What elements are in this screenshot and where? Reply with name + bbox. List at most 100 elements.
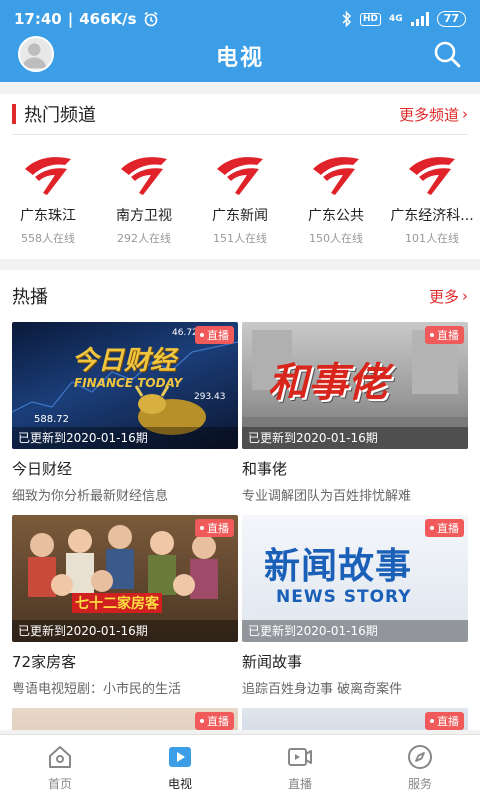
channel-item[interactable]: 广东经济科... 101人在线 [384,153,480,246]
channel-item[interactable]: 南方卫视 292人在线 [96,153,192,246]
status-bar: 17:40 | 466K/s HD 4G 77 [0,0,480,38]
program-name: 72家房客 [12,653,77,671]
live-video-icon [288,748,312,766]
avatar[interactable] [18,36,54,72]
live-badge: 直播 [195,326,234,344]
bluetooth-icon [342,11,352,27]
live-dot-icon [430,333,434,337]
channel-name: 南方卫视 [116,208,172,224]
program-name: 和事佬 [242,460,288,478]
program-card[interactable]: 七十二家房客 直播 已更新到2020-01-16期 72家房客 粤语电视短剧：小… [12,515,238,697]
program-thumbnail: 七十二家房客 直播 已更新到2020-01-16期 [12,515,238,642]
live-dot-icon [430,526,434,530]
thumb-number: 293.43 [194,392,226,402]
more-label: 更多 [428,287,459,306]
live-badge: 直播 [425,712,464,730]
thumb-title: 新闻故事 [264,546,413,587]
program-name: 新闻故事 [242,653,303,671]
live-badge: 直播 [425,326,464,344]
thumb-subtitle: NEWS STORY [276,587,412,607]
nav-item-service[interactable]: 服务 [360,735,480,800]
thumb-number: 46.72 [172,328,198,338]
channel-viewers: 150人在线 [309,232,363,245]
program-desc: 细致为你分析最新财经信息 [12,489,169,504]
nav-item-tv[interactable]: 电视 [120,735,240,800]
more-channels-link[interactable]: 更多频道 › [399,104,468,125]
home-icon [49,746,71,768]
program-card[interactable]: 直播 [12,708,238,730]
channel-name: 广东公共 [308,208,364,224]
program-card[interactable]: 和事佬 直播 已更新到2020-01-16期 和事佬 专业调解团队为百姓排忧解难 [242,322,468,504]
update-status: 已更新到2020-01-16期 [242,620,468,642]
program-thumbnail: 直播 [12,708,238,730]
section-bar [12,104,16,124]
more-channels-label: 更多频道 [398,105,459,124]
status-speed: 466K/s [79,10,137,28]
channel-viewers: 558人在线 [21,232,75,245]
nav-item-live[interactable]: 直播 [240,735,360,800]
program-card[interactable]: 新闻故事 NEWS STORY 直播 已更新到2020-01-16期 新闻故事 … [242,515,468,697]
hot-broadcast-title: 热播 [12,287,48,308]
live-label: 直播 [207,329,229,342]
channel-item[interactable]: 广东公共 150人在线 [288,153,384,246]
nav-label: 首页 [47,777,72,791]
bottom-nav: 首页 电视 直播 服务 [0,734,480,800]
nav-label: 服务 [407,777,432,791]
program-desc: 专业调解团队为百姓排忧解难 [242,489,412,504]
status-time: 17:40 [14,10,62,28]
status-sep: | [67,10,74,28]
channel-logo-icon [409,157,455,195]
compass-icon [408,745,432,769]
tv-play-icon [169,747,191,767]
program-card[interactable]: 直播 [242,708,468,730]
chevron-right-icon: › [462,105,468,123]
update-status: 已更新到2020-01-16期 [242,427,468,449]
live-dot-icon [430,719,434,723]
live-badge: 直播 [425,519,464,537]
live-label: 直播 [207,715,229,728]
live-label: 直播 [207,522,229,535]
hd-badge: HD [360,12,382,26]
live-label: 直播 [437,715,459,728]
page-title: 电视 [215,46,264,71]
user-avatar-icon [21,43,47,69]
channel-name: 广东珠江 [20,208,76,224]
thumb-number: 588.72 [34,414,69,425]
live-badge: 直播 [195,519,234,537]
network-label: 4G [389,14,403,24]
thumb-title: 今日财经 [72,346,177,376]
program-card[interactable]: 46.72 293.43 今日财经 FINANCE TODAY 588.72 直… [12,322,238,504]
program-thumbnail: 46.72 293.43 今日财经 FINANCE TODAY 588.72 直… [12,322,238,449]
channel-item[interactable]: 广东珠江 558人在线 [0,153,96,246]
live-dot-icon [200,719,204,723]
search-icon[interactable] [432,39,462,69]
live-label: 直播 [437,522,459,535]
live-label: 直播 [437,329,459,342]
hot-channels-section: 热门频道 更多频道 › 广东珠江 558人在线 南方卫视 292人在线 广东新闻 … [0,94,480,259]
app-header: 电视 [0,34,480,78]
channel-viewers: 101人在线 [405,232,459,245]
channel-item[interactable]: 广东新闻 151人在线 [192,153,288,246]
channel-name: 广东经济科... [390,208,474,224]
nav-label: 电视 [167,777,192,791]
thumb-subtitle: FINANCE TODAY [74,376,183,390]
channel-logo-icon [217,157,263,195]
live-dot-icon [200,526,204,530]
battery-indicator: 77 [436,11,466,27]
channel-logo-icon [121,157,167,195]
more-link[interactable]: 更多 › [429,286,468,307]
chevron-right-icon: › [462,287,468,305]
hot-channels-title: 热门频道 [24,105,96,126]
nav-label: 直播 [287,777,312,791]
program-desc: 追踪百姓身边事 破离奇案件 [242,682,403,697]
channel-logo-icon [25,157,71,195]
update-status: 已更新到2020-01-16期 [12,620,238,642]
nav-item-home[interactable]: 首页 [0,735,120,800]
program-desc: 粤语电视短剧：小市民的生活 [12,682,182,697]
channel-logo-icon [313,157,359,195]
channel-name: 广东新闻 [212,208,268,224]
update-status: 已更新到2020-01-16期 [12,427,238,449]
program-thumbnail: 直播 [242,708,468,730]
live-dot-icon [200,333,204,337]
thumb-title: 和事佬 [268,360,388,406]
